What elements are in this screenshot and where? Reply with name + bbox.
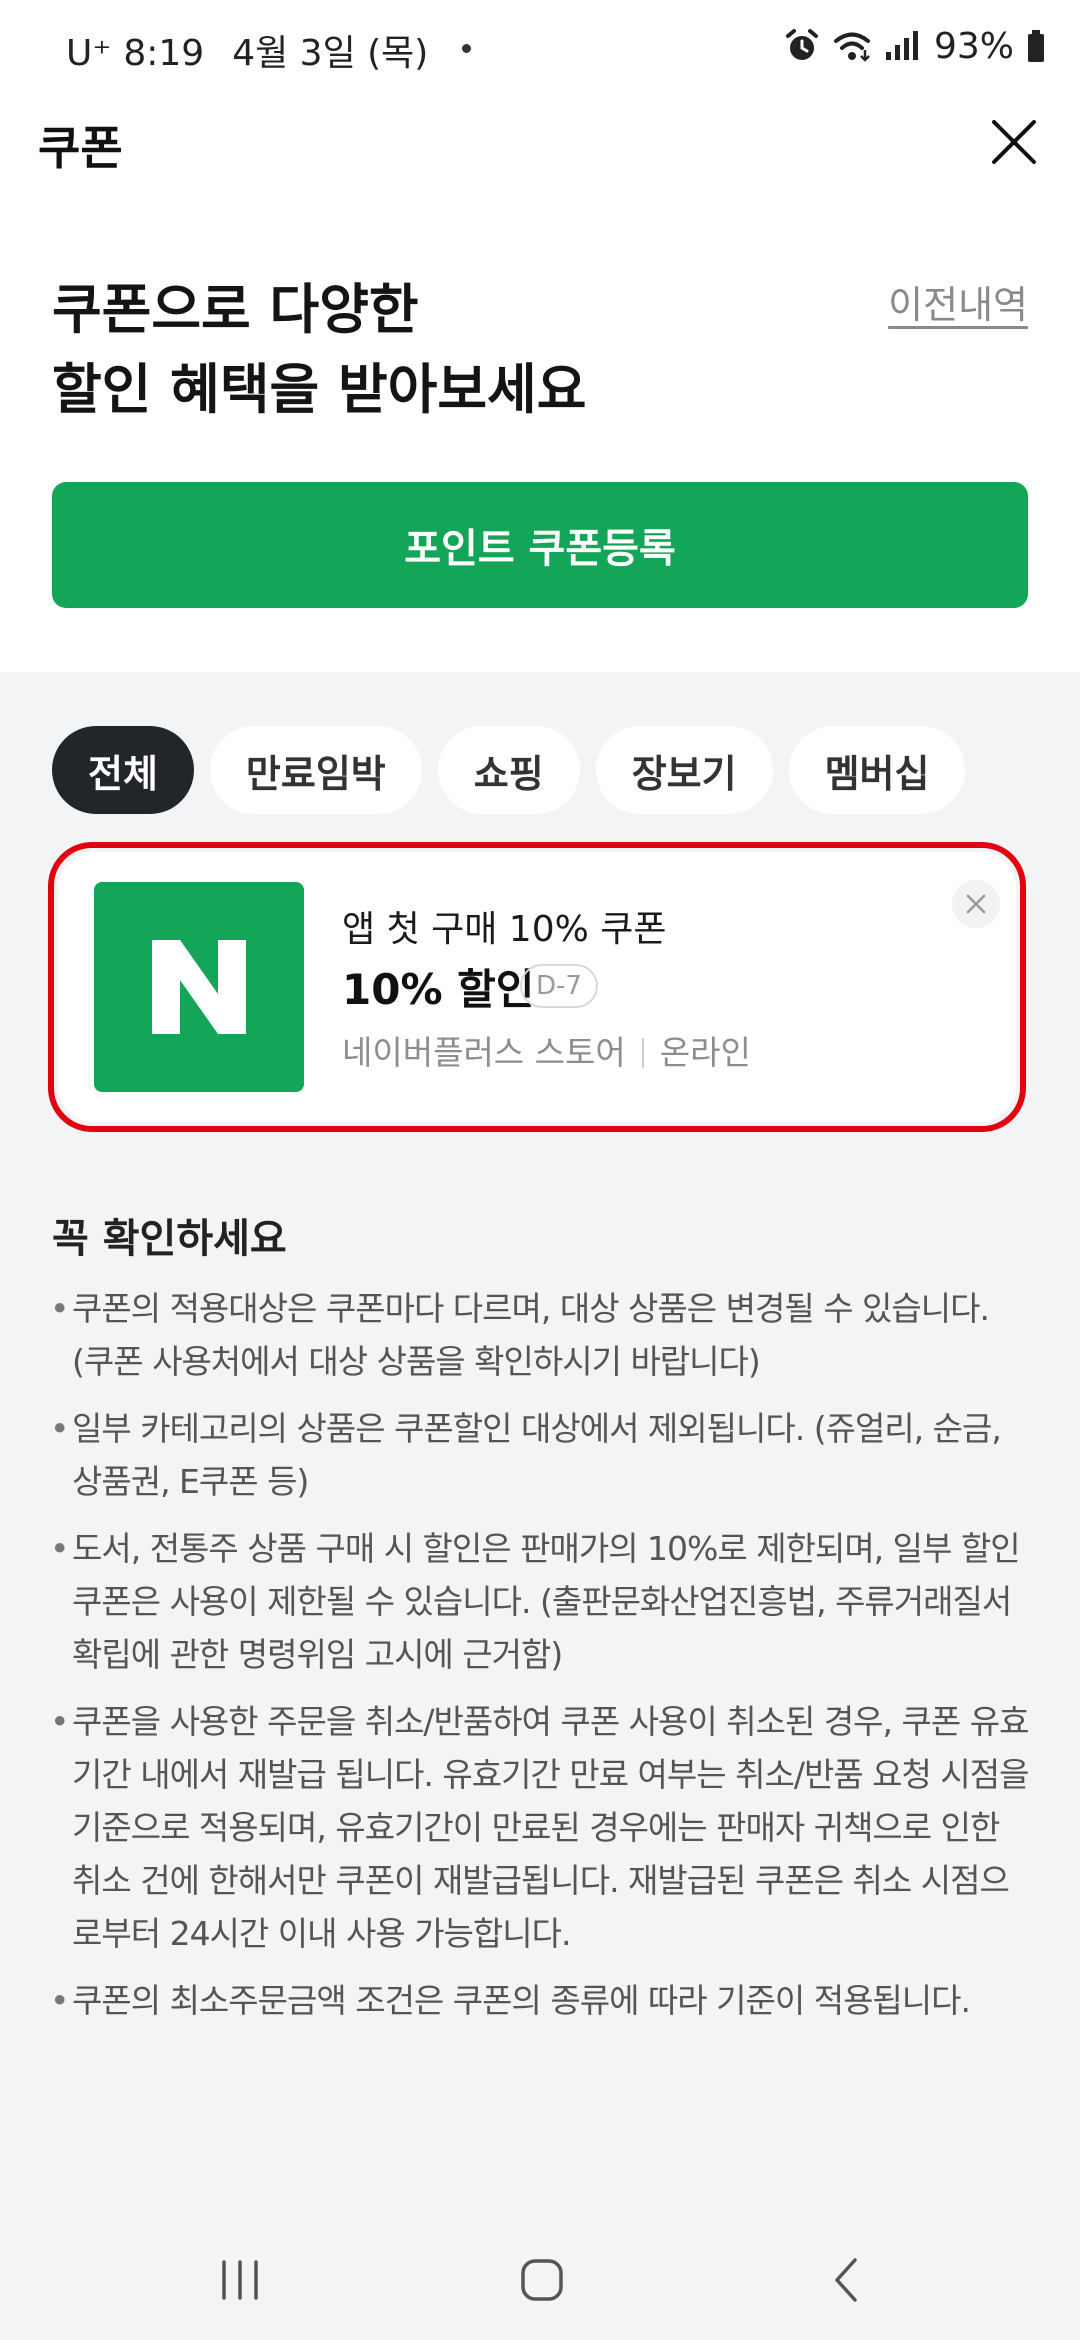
home-icon [521,2259,563,2301]
signal-icon [885,31,918,60]
hero-title-line2: 할인 혜택을 받아보세요 [52,358,587,421]
dday-badge: D-7 [520,964,598,1008]
divider [641,1038,644,1068]
hero-title: 쿠폰으로 다양한 할인 혜택을 받아보세요 [52,270,586,430]
wifi-icon [833,32,870,62]
coupon-discount: 10% 할인 [342,965,535,1014]
back-icon [835,2258,857,2302]
battery-icon [1028,30,1044,62]
alarm-icon [785,29,818,60]
home-button[interactable] [512,2250,572,2310]
notice-item: 도서, 전통주 상품 구매 시 할인은 판매가의 10%로 제한되며, 일부 할… [50,1522,1030,1681]
filter-chip-grocery[interactable]: 장보기 [595,726,773,814]
filter-chip-shopping[interactable]: 쇼핑 [437,726,580,814]
page-title: 쿠폰 [38,121,123,175]
coupon-name: 앱 첫 구매 10% 쿠폰 [342,909,667,950]
status-date: 4월 3일 (목) [232,33,429,74]
coupon-card[interactable]: 앱 첫 구매 10% 쿠폰 10% 할인 D-7 네이버플러스 스토어 온라인 [58,852,1016,1122]
notice-title: 꼭 확인하세요 [52,1216,287,1262]
filter-chip-membership[interactable]: 멤버십 [788,726,966,814]
close-icon[interactable] [986,114,1042,170]
notice-item: 쿠폰을 사용한 주문을 취소/반품하여 쿠폰 사용이 취소된 경우, 쿠폰 유효… [50,1695,1030,1960]
status-time: 8:19 [123,33,205,74]
coupon-dismiss-button[interactable] [952,880,1000,928]
filter-chip-expiring[interactable]: 만료임박 [209,726,422,814]
notification-dot [462,44,471,53]
notice-item: 쿠폰의 적용대상은 쿠폰마다 다르며, 대상 상품은 변경될 수 있습니다. (… [50,1282,1030,1388]
notice-item: 일부 카테고리의 상품은 쿠폰할인 대상에서 제외됩니다. (쥬얼리, 순금, … [50,1402,1030,1508]
notice-list: 쿠폰의 적용대상은 쿠폰마다 다르며, 대상 상품은 변경될 수 있습니다. (… [50,1282,1030,2041]
recent-apps-button[interactable] [210,2250,270,2310]
filter-chips: 전체 만료임박 쇼핑 장보기 멤버십 [52,726,966,814]
close-icon [966,894,986,914]
coupon-store: 네이버플러스 스토어 [342,1033,626,1072]
filter-chip-all[interactable]: 전체 [52,726,194,814]
battery-level: 93% [933,25,1014,67]
coupon-channel: 온라인 [659,1033,751,1072]
register-point-coupon-button[interactable]: 포인트 쿠폰등록 [52,482,1028,608]
app-header: 쿠폰 [0,96,1080,192]
notice-item: 쿠폰의 최소주문금액 조건은 쿠폰의 종류에 따라 기준이 적용됩니다. [50,1974,1030,2027]
status-bar: U⁺ 8:19 4월 3일 (목) 93% [0,0,1080,96]
recent-apps-icon [222,2260,258,2300]
coupon-store-info: 네이버플러스 스토어 온라인 [342,1026,751,1074]
hero-title-line1: 쿠폰으로 다양한 [52,278,419,341]
carrier: U⁺ [66,33,112,74]
history-link[interactable]: 이전내역 [888,274,1028,329]
back-button[interactable] [816,2250,876,2310]
system-nav-bar [0,2220,1080,2340]
naver-logo [94,882,304,1092]
naver-n-icon [152,940,246,1034]
